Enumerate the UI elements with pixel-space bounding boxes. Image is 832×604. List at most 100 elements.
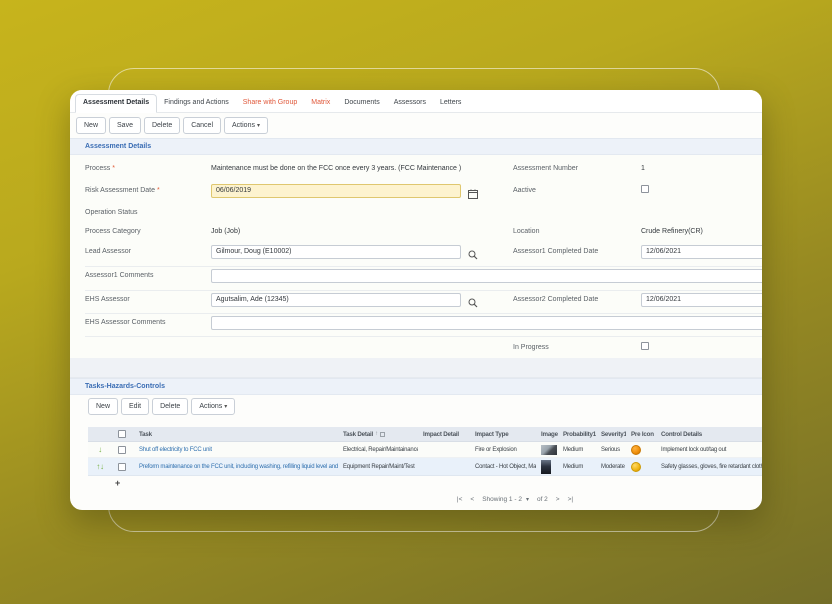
filter-icon[interactable] bbox=[380, 432, 385, 437]
impact-type-cell: Contact - Hot Object, Material bbox=[470, 458, 536, 475]
tab-findings-and-actions[interactable]: Findings and Actions bbox=[157, 95, 236, 112]
new-button[interactable]: New bbox=[76, 117, 106, 134]
assessment-number-value: 1 bbox=[641, 165, 645, 172]
probability-cell: Medium bbox=[558, 442, 596, 457]
tasks-new-button[interactable]: New bbox=[88, 398, 118, 415]
assessor1-comments-label: Assessor1 Comments bbox=[85, 272, 153, 279]
move-column-header bbox=[88, 427, 112, 441]
column-control-details[interactable]: Control Details bbox=[656, 427, 762, 441]
tasks-edit-button[interactable]: Edit bbox=[121, 398, 149, 415]
row-divider bbox=[85, 290, 762, 291]
ehs-comments-label: EHS Assessor Comments bbox=[85, 319, 166, 326]
add-row-button[interactable]: + bbox=[115, 479, 120, 488]
app-window: Assessment Details Findings and Actions … bbox=[70, 90, 762, 510]
severity-cell: Moderate bbox=[596, 458, 626, 475]
control-details-cell: Implement lock out/tag out bbox=[656, 442, 762, 457]
pager-first-button[interactable]: |< bbox=[457, 496, 462, 503]
tasks-section-header: Tasks-Hazards-Controls bbox=[70, 378, 762, 395]
assessment-section-title: Assessment Details bbox=[85, 143, 151, 150]
select-all-checkbox[interactable] bbox=[118, 430, 126, 438]
task-detail-cell: Equipment Repair/Maint/Test bbox=[338, 458, 418, 475]
process-label-text: Process bbox=[85, 165, 110, 172]
in-progress-checkbox[interactable] bbox=[641, 342, 649, 350]
row-divider bbox=[85, 313, 762, 314]
assessment-section-header: Assessment Details bbox=[70, 138, 762, 155]
task-image-thumbnail[interactable] bbox=[541, 460, 551, 474]
assessor1-completed-label: Assessor1 Completed Date bbox=[513, 248, 598, 255]
impact-detail-cell bbox=[418, 458, 470, 475]
lead-assessor-input[interactable]: Gilmour, Doug (E10002) bbox=[211, 245, 461, 259]
tasks-toolbar: New Edit Delete Actions ▾ bbox=[88, 398, 235, 415]
tab-letters[interactable]: Letters bbox=[433, 95, 468, 112]
caret-down-icon: ▾ bbox=[224, 404, 227, 410]
assessor1-comments-input[interactable] bbox=[211, 269, 762, 283]
lead-assessor-label: Lead Assessor bbox=[85, 248, 131, 255]
risk-date-label: Risk Assessment Date* bbox=[85, 187, 160, 194]
task-link[interactable]: Shut off electricity to FCC unit bbox=[139, 447, 212, 453]
main-toolbar: New Save Delete Cancel Actions ▾ bbox=[76, 117, 268, 134]
search-icon[interactable] bbox=[468, 247, 478, 257]
ehs-assessor-label: EHS Assessor bbox=[85, 296, 130, 303]
row-checkbox[interactable] bbox=[118, 446, 126, 454]
table-row[interactable]: ↓ Shut off electricity to FCC unit Elect… bbox=[88, 442, 762, 458]
ehs-comments-input[interactable] bbox=[211, 316, 762, 330]
sort-asc-icon[interactable]: ↑ bbox=[375, 431, 378, 437]
search-icon[interactable] bbox=[468, 295, 478, 305]
column-probability1[interactable]: Probability1 bbox=[558, 427, 596, 441]
pager-showing-text: Showing 1 - 2 bbox=[482, 496, 522, 503]
assessor2-completed-input[interactable]: 12/06/2021 bbox=[641, 293, 762, 307]
risk-assessment-date-input[interactable]: 06/06/2019 bbox=[211, 184, 461, 198]
move-down-icon[interactable]: ↓ bbox=[98, 446, 102, 454]
actions-button[interactable]: Actions ▾ bbox=[224, 117, 268, 134]
task-image-thumbnail[interactable] bbox=[541, 445, 557, 455]
assessor1-completed-input[interactable]: 12/06/2021 bbox=[641, 245, 762, 259]
tab-bar: Assessment Details Findings and Actions … bbox=[70, 90, 762, 113]
ehs-assessor-input[interactable]: Agutsalim, Ade (12345) bbox=[211, 293, 461, 307]
save-button[interactable]: Save bbox=[109, 117, 141, 134]
calendar-icon[interactable] bbox=[468, 186, 478, 196]
pagination: |< < Showing 1 - 2 ▾ of 2 > >| bbox=[410, 492, 620, 506]
tasks-delete-button[interactable]: Delete bbox=[152, 398, 188, 415]
aactive-label: Aactive bbox=[513, 187, 536, 194]
tasks-section-title: Tasks-Hazards-Controls bbox=[85, 383, 165, 390]
column-image[interactable]: Image bbox=[536, 427, 558, 441]
table-row[interactable]: ↑↓ Preform maintenance on the FCC unit, … bbox=[88, 458, 762, 476]
column-impact-type[interactable]: Impact Type bbox=[470, 427, 536, 441]
column-impact-detail[interactable]: Impact Detail bbox=[418, 427, 470, 441]
tab-share-with-group[interactable]: Share with Group bbox=[236, 95, 304, 112]
probability-cell: Medium bbox=[558, 458, 596, 475]
aactive-checkbox[interactable] bbox=[641, 185, 649, 193]
pager-last-button[interactable]: >| bbox=[568, 496, 573, 503]
control-details-cell: Safety glasses, gloves, fire retardant c… bbox=[656, 458, 762, 475]
tab-matrix[interactable]: Matrix bbox=[304, 95, 337, 112]
tab-documents[interactable]: Documents bbox=[337, 95, 386, 112]
tasks-table-header: Task Task Detail↑ Impact Detail Impact T… bbox=[88, 427, 762, 442]
pager-prev-button[interactable]: < bbox=[470, 496, 474, 503]
column-task[interactable]: Task bbox=[134, 427, 338, 441]
pager-next-button[interactable]: > bbox=[556, 496, 560, 503]
pager-page-caret-icon[interactable]: ▾ bbox=[526, 496, 529, 503]
add-row-area: + bbox=[88, 476, 762, 490]
move-down-icon[interactable]: ↓ bbox=[100, 463, 104, 471]
impact-detail-cell bbox=[418, 442, 470, 457]
task-detail-cell: Electrical, Repair/Maintainance bbox=[338, 442, 418, 457]
risk-date-label-text: Risk Assessment Date bbox=[85, 187, 155, 194]
row-divider bbox=[85, 336, 762, 337]
required-asterisk: * bbox=[112, 165, 115, 172]
tab-assessment-details[interactable]: Assessment Details bbox=[75, 94, 157, 113]
process-value: Maintenance must be done on the FCC once… bbox=[211, 165, 461, 172]
section-gap bbox=[70, 358, 762, 378]
column-pre-icon[interactable]: Pre Icon bbox=[626, 427, 656, 441]
risk-pre-icon bbox=[631, 462, 641, 472]
pager-of-text: of 2 bbox=[537, 496, 548, 503]
tab-assessors[interactable]: Assessors bbox=[387, 95, 433, 112]
task-link[interactable]: Preform maintenance on the FCC unit, inc… bbox=[139, 464, 338, 470]
row-checkbox[interactable] bbox=[118, 463, 126, 471]
delete-button[interactable]: Delete bbox=[144, 117, 180, 134]
tasks-actions-button[interactable]: Actions ▾ bbox=[191, 398, 235, 415]
severity-cell: Serious bbox=[596, 442, 626, 457]
column-task-detail[interactable]: Task Detail↑ bbox=[338, 427, 418, 441]
column-severity1[interactable]: Severity1 bbox=[596, 427, 626, 441]
tasks-table: Task Task Detail↑ Impact Detail Impact T… bbox=[88, 427, 762, 490]
cancel-button[interactable]: Cancel bbox=[183, 117, 221, 134]
